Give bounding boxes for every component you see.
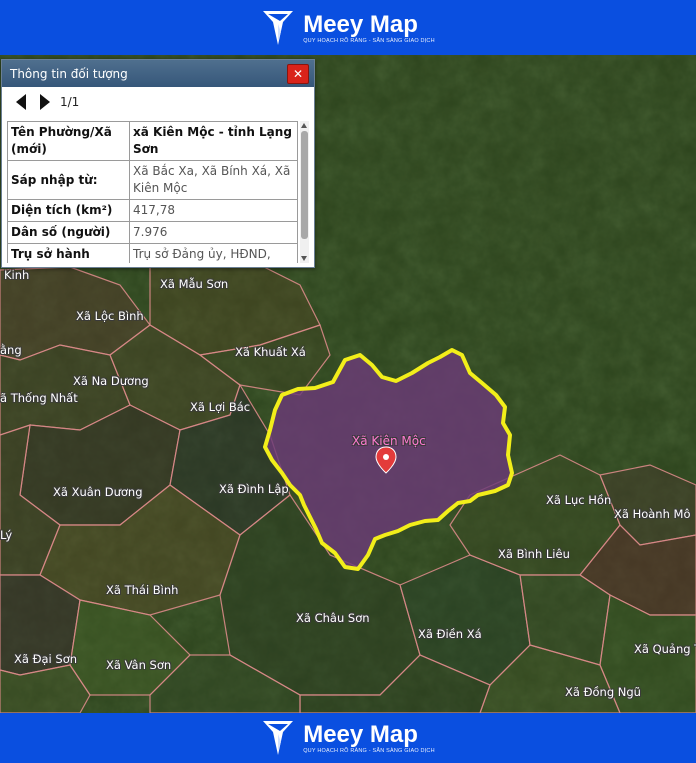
attribute-key: Sáp nhập từ: [7,160,130,200]
commune-label[interactable]: Xã Đồng Ngũ [565,685,641,699]
attribute-row: Trụ sở hành chính (mới)Trụ sở Đảng ủy, H… [7,243,298,263]
commune-label[interactable]: Xã Điền Xá [418,627,482,641]
commune-label[interactable]: Xã Châu Sơn [296,611,370,625]
attribute-key: Dân số (người) [7,221,130,244]
brand-tagline: QUY HOẠCH RÕ RÀNG - SẴN SÀNG GIAO DỊCH [303,748,435,754]
commune-label[interactable]: Xã Mẫu Sơn [160,277,228,291]
attribute-key: Diện tích (km²) [7,199,130,222]
attribute-row: Sáp nhập từ: Xã Bắc Xa, Xã Bính Xá, Xã Ki… [7,160,298,200]
scrollbar-thumb[interactable] [301,131,308,239]
attribute-value: Trụ sở Đảng ủy, HĐND, UBND xã Kiên Mộc [129,243,298,263]
attribute-table: Tên Phường/Xã (mới) xã Kiên Mộc - tỉnh Lạ… [7,121,298,263]
commune-label[interactable]: Xã Hoành Mô [614,507,691,521]
commune-label[interactable]: Xã Bình Liêu [498,547,570,561]
commune-label[interactable]: ằng [0,343,22,357]
brand-tagline: QUY HOẠCH RÕ RÀNG - SẴN SÀNG GIAO DỊCH [303,37,435,44]
commune-label[interactable]: Xã Na Dương [73,374,149,388]
commune-label[interactable]: Xã Quảng T [634,642,696,656]
panel-title: Thông tin đối tượng [10,66,128,81]
brand-logo[interactable]: Meey Map QUY HOẠCH RÕ RÀNG - SẴN SÀNG GI… [261,8,435,48]
attribute-value: 417,78 [129,199,298,222]
next-arrow-icon[interactable] [40,94,50,110]
footer-brand-logo[interactable]: Meey Map QUY HOẠCH RÕ RÀNG - SẴN SÀNG GI… [261,718,435,758]
attribute-key: Trụ sở hành chính (mới) [7,243,130,263]
scroll-down-arrow-icon[interactable] [301,256,307,261]
commune-label[interactable]: Xã Lộc Bình [76,309,144,323]
commune-label[interactable]: Xã Vân Sơn [106,658,171,672]
commune-label[interactable]: ã Thống Nhất [0,391,78,405]
commune-label[interactable]: Xã Xuân Dương [53,485,143,499]
scroll-up-arrow-icon[interactable] [301,123,307,128]
attribute-value: 7.976 [129,221,298,244]
attribute-value: Xã Bắc Xa, Xã Bính Xá, Xã Kiên Mộc [129,160,298,200]
page-indicator: 1/1 [60,95,80,109]
previous-arrow-icon[interactable] [16,94,26,110]
commune-label[interactable]: Xã Đình Lập [219,482,289,496]
brand-name: Meey Map [303,10,418,38]
attribute-value: xã Kiên Mộc - tỉnh Lạng Sơn [129,121,298,161]
commune-label[interactable]: Lý [0,528,12,542]
header-brand-bar: Meey Map QUY HOẠCH RÕ RÀNG - SẴN SÀNG GI… [0,0,696,55]
commune-label[interactable]: Xã Thái Bình [106,583,178,597]
commune-label[interactable]: Xã Khuất Xá [235,345,306,359]
attribute-key: Tên Phường/Xã (mới) [7,121,130,161]
commune-label[interactable]: Xã Lục Hồn [546,493,611,507]
panel-titlebar[interactable]: Thông tin đối tượng ✕ [2,60,314,87]
selected-commune-label[interactable]: Xã Kiên Mộc [352,434,426,448]
meey-logo-icon [261,8,295,48]
commune-label[interactable]: Xã Lợi Bác [190,400,250,414]
meey-logo-icon [261,718,295,758]
commune-label[interactable]: Kinh [4,268,29,282]
attribute-row: Dân số (người) 7.976 [7,221,298,244]
attribute-row: Diện tích (km²) 417,78 [7,199,298,222]
footer-brand-bar: Meey Map QUY HOẠCH RÕ RÀNG - SẴN SÀNG GI… [0,713,696,763]
feature-info-panel: Thông tin đối tượng ✕ 1/1 Tên Phường/Xã … [1,59,315,268]
close-button[interactable]: ✕ [287,64,309,84]
commune-label[interactable]: Xã Đại Sơn [14,652,77,666]
brand-name: Meey Map [303,721,418,748]
attribute-row: Tên Phường/Xã (mới) xã Kiên Mộc - tỉnh Lạ… [7,121,298,161]
record-pager: 1/1 [2,87,314,117]
scrollbar[interactable] [300,121,309,263]
attribute-table-container[interactable]: Tên Phường/Xã (mới) xã Kiên Mộc - tỉnh Lạ… [7,121,309,263]
